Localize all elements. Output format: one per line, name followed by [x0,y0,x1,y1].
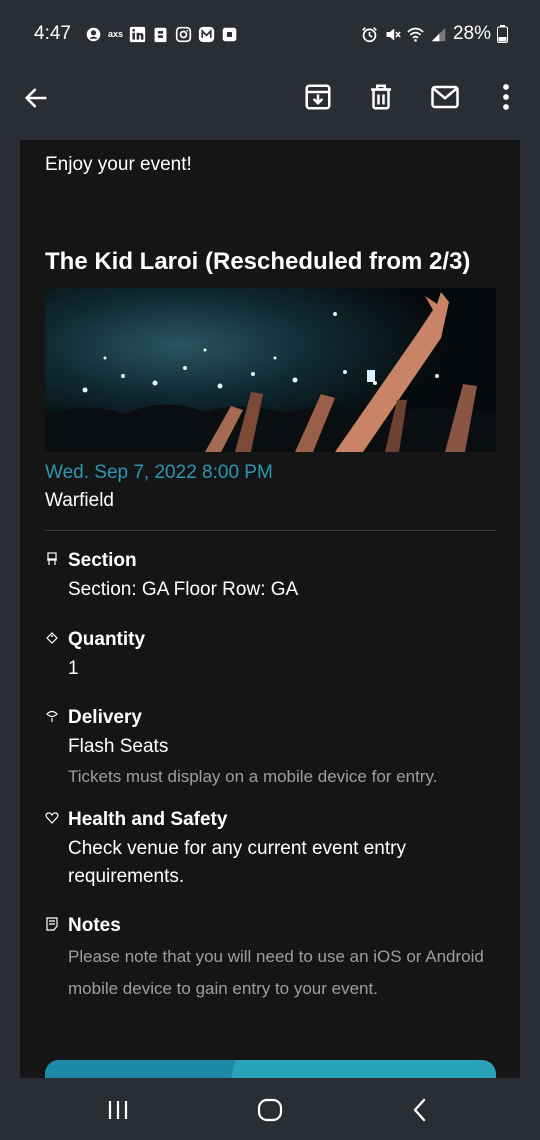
notes-icon [46,917,58,931]
mute-icon [386,28,401,40]
status-bar: 4:47 axs 28% [0,0,540,68]
event-title: The Kid Laroi (Rescheduled from 2/3) [45,248,471,275]
recents-icon[interactable] [104,1096,132,1124]
axs-icon: axs [107,29,124,39]
delivery-value: Flash Seats [68,736,169,757]
clipboard-icon [154,27,167,42]
email-body: Enjoy your event! The Kid Laroi (Resched… [20,140,520,1078]
home-icon[interactable] [256,1096,284,1124]
account-icon [86,27,101,41]
delete-icon[interactable] [366,82,396,112]
alarm-icon [362,26,377,42]
delivery-label: Delivery [68,707,142,728]
delivery-icon [46,710,58,722]
greeting-text: Enjoy your event! [45,154,192,175]
notes-label: Notes [68,915,121,936]
seat-icon [47,552,57,565]
archive-icon[interactable] [303,82,333,112]
health-safety-label: Health and Safety [68,809,228,830]
battery-icon [497,25,508,43]
linkedin-icon [129,26,146,42]
cta-button-left-segment[interactable] [45,1060,235,1078]
system-nav-bar [0,1078,540,1140]
battery-percent: 28% [452,23,491,44]
quantity-value: 1 [68,658,79,679]
status-time: 4:47 [34,23,71,44]
back-arrow-icon[interactable] [22,84,50,112]
event-venue: Warfield [45,490,114,511]
back-icon[interactable] [407,1096,435,1124]
m-icon [198,26,215,42]
concert-crowd-image[interactable] [45,288,496,452]
square-icon [222,27,237,41]
more-vert-icon[interactable] [491,82,521,112]
instagram-icon [175,26,192,42]
section-value: Section: GA Floor Row: GA [68,579,299,600]
app-bar [0,68,540,140]
ticket-tag-icon [46,632,58,644]
status-right: 28% [361,23,508,45]
wifi-icon [407,27,424,42]
status-left: 4:47 axs [34,23,238,45]
section-label: Section [68,550,137,571]
quantity-label: Quantity [68,629,146,650]
divider [45,530,496,531]
delivery-note: Tickets must display on a mobile device … [68,767,438,786]
heart-shield-icon [45,812,59,824]
mark-unread-icon[interactable] [430,82,460,112]
notes-text: Please note that you will need to use an… [68,947,484,998]
event-date-link[interactable]: Wed. Sep 7, 2022 8:00 PM [45,462,273,484]
health-safety-value: Check venue for any current event entry … [68,838,406,887]
cta-button[interactable] [45,1060,496,1078]
signal-icon [431,27,446,41]
